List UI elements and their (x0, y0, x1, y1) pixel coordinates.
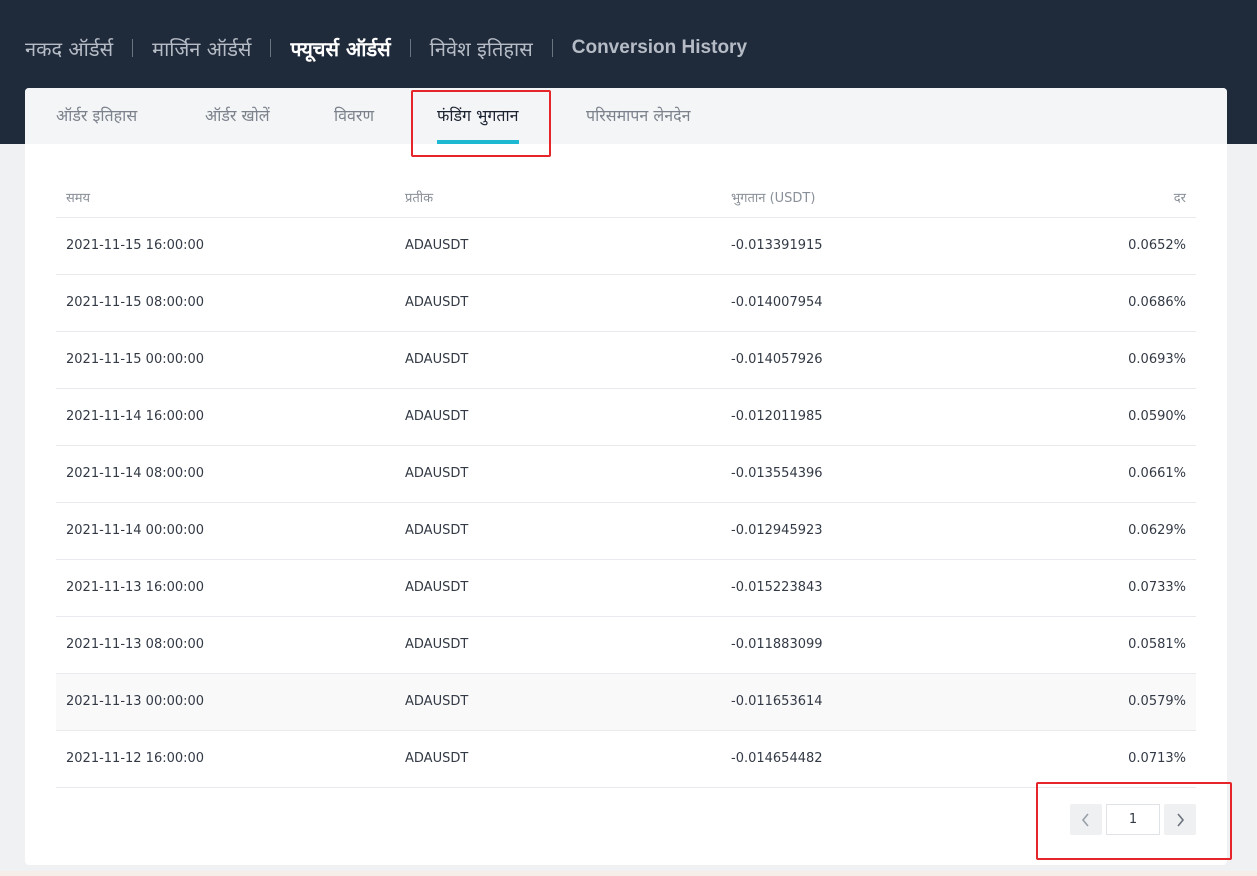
cell-payment: -0.012011985 (731, 409, 823, 424)
cell-rate: 0.0661% (1128, 466, 1186, 481)
tab-label: ऑर्डर इतिहास (56, 106, 138, 125)
cell-time: 2021-11-15 16:00:00 (66, 238, 205, 253)
nav-futures-orders[interactable]: फ्यूचर्स ऑर्डर्स (290, 35, 390, 62)
cell-symbol: ADAUSDT (405, 751, 469, 766)
tab-label: ऑर्डर खोलें (205, 106, 270, 125)
sub-tabs: ऑर्डर इतिहास ऑर्डर खोलें विवरण फंडिंग भु… (25, 88, 1227, 144)
cell-rate: 0.0713% (1128, 751, 1186, 766)
cell-time: 2021-11-13 00:00:00 (66, 694, 205, 709)
cell-payment: -0.014007954 (731, 295, 823, 310)
cell-rate: 0.0652% (1128, 238, 1186, 253)
table-row: 2021-11-14 16:00:00 ADAUSDT -0.012011985 0.… (56, 389, 1196, 446)
top-nav: नकद ऑर्डर्स मार्जिन ऑर्डर्स फ्यूचर्स ऑर्… (25, 30, 747, 66)
table-row: 2021-11-13 00:00:00 ADAUSDT -0.011653614 0.… (56, 674, 1196, 731)
table-row: 2021-11-14 08:00:00 ADAUSDT -0.013554396 0.… (56, 446, 1196, 503)
table-row: 2021-11-12 16:00:00 ADAUSDT -0.014654482 0.… (56, 731, 1196, 788)
cell-rate: 0.0581% (1128, 637, 1186, 652)
column-header-symbol: प्रतीक (405, 191, 434, 206)
table-row: 2021-11-13 16:00:00 ADAUSDT -0.015223843 0.… (56, 560, 1196, 617)
cell-time: 2021-11-12 16:00:00 (66, 751, 205, 766)
cell-rate: 0.0579% (1128, 694, 1186, 709)
tab-label: परिसमापन लेनदेन (586, 106, 691, 125)
nav-margin-orders[interactable]: मार्जिन ऑर्डर्स (152, 35, 251, 62)
tab-details[interactable]: विवरण (334, 88, 374, 144)
cell-time: 2021-11-14 16:00:00 (66, 409, 205, 424)
nav-investment-history[interactable]: निवेश इतिहास (430, 35, 533, 62)
cell-symbol: ADAUSDT (405, 352, 469, 367)
nav-divider (551, 39, 553, 57)
tab-liquidation-trades[interactable]: परिसमापन लेनदेन (586, 88, 690, 144)
cell-symbol: ADAUSDT (405, 295, 469, 310)
tab-order-history[interactable]: ऑर्डर इतिहास (56, 88, 137, 144)
cell-symbol: ADAUSDT (405, 637, 469, 652)
column-header-payment: भुगतान (USDT) (731, 191, 816, 206)
column-header-time: समय (66, 191, 91, 206)
cell-time: 2021-11-13 16:00:00 (66, 580, 205, 595)
orders-card: ऑर्डर इतिहास ऑर्डर खोलें विवरण फंडिंग भु… (25, 88, 1227, 865)
nav-conversion-history[interactable]: Conversion History (572, 37, 747, 59)
table-row: 2021-11-13 08:00:00 ADAUSDT -0.011883099 0.… (56, 617, 1196, 674)
nav-divider (132, 39, 134, 57)
table-row: 2021-11-15 00:00:00 ADAUSDT -0.014057926 0.… (56, 332, 1196, 389)
cell-time: 2021-11-13 08:00:00 (66, 637, 205, 652)
cell-payment: -0.014057926 (731, 352, 823, 367)
cell-symbol: ADAUSDT (405, 694, 469, 709)
cell-payment: -0.011653614 (731, 694, 823, 709)
cell-symbol: ADAUSDT (405, 409, 469, 424)
table-header: समय प्रतीक भुगतान (USDT) दर (56, 176, 1196, 218)
tab-label: विवरण (334, 106, 375, 125)
highlight-box-pagination (1036, 782, 1232, 860)
table-row: 2021-11-14 00:00:00 ADAUSDT -0.012945923 0.… (56, 503, 1196, 560)
highlight-box-tab (411, 90, 551, 157)
cell-symbol: ADAUSDT (405, 238, 469, 253)
cell-symbol: ADAUSDT (405, 523, 469, 538)
table-body: 2021-11-15 16:00:00 ADAUSDT -0.013391915 0.… (56, 218, 1196, 788)
cell-rate: 0.0733% (1128, 580, 1186, 595)
table-row: 2021-11-15 08:00:00 ADAUSDT -0.014007954 0.… (56, 275, 1196, 332)
cell-payment: -0.013554396 (731, 466, 823, 481)
table-row: 2021-11-15 16:00:00 ADAUSDT -0.013391915 0.… (56, 218, 1196, 275)
tab-open-orders[interactable]: ऑर्डर खोलें (205, 88, 270, 144)
cell-symbol: ADAUSDT (405, 466, 469, 481)
cell-payment: -0.015223843 (731, 580, 823, 595)
cell-time: 2021-11-15 08:00:00 (66, 295, 205, 310)
column-header-rate: दर (1173, 191, 1186, 206)
funding-payments-table: समय प्रतीक भुगतान (USDT) दर 2021-11-15 1… (56, 176, 1196, 788)
cell-time: 2021-11-15 00:00:00 (66, 352, 205, 367)
cell-rate: 0.0629% (1128, 523, 1186, 538)
cell-rate: 0.0686% (1128, 295, 1186, 310)
cell-time: 2021-11-14 08:00:00 (66, 466, 205, 481)
cell-time: 2021-11-14 00:00:00 (66, 523, 205, 538)
cell-payment: -0.013391915 (731, 238, 823, 253)
nav-divider (409, 39, 411, 57)
cell-payment: -0.011883099 (731, 637, 823, 652)
nav-divider (270, 39, 272, 57)
cell-payment: -0.014654482 (731, 751, 823, 766)
cell-payment: -0.012945923 (731, 523, 823, 538)
cell-symbol: ADAUSDT (405, 580, 469, 595)
nav-cash-orders[interactable]: नकद ऑर्डर्स (25, 35, 113, 62)
cell-rate: 0.0590% (1128, 409, 1186, 424)
cell-rate: 0.0693% (1128, 352, 1186, 367)
bottom-strip (0, 871, 1257, 876)
